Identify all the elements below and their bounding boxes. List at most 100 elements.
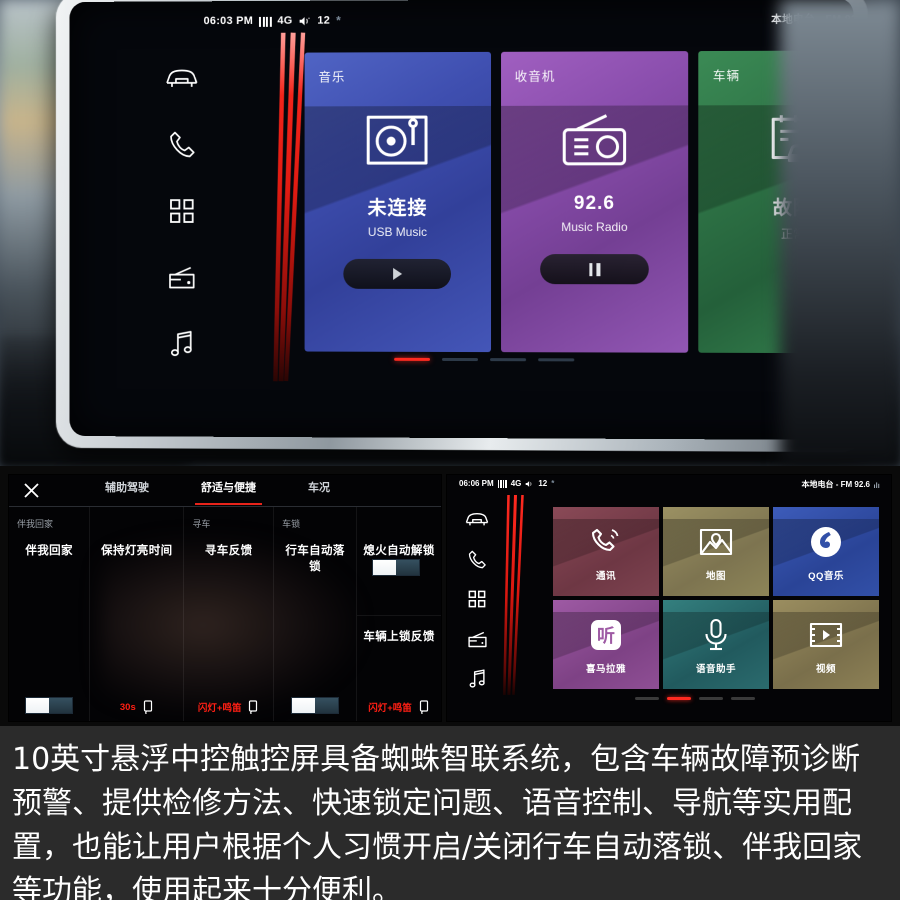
apps-status-network: 4G [510,479,522,488]
head-unit-photo: 06:03 PM 4G 12 * 本地电台 - FM 92.6 音乐 未连接 U… [0,0,900,466]
sidebar-item-phone[interactable] [155,122,208,168]
setting-auto-unlock-column[interactable]: 熄火自动解锁 车辆上锁反馈 闪灯+鸣笛 [357,507,441,721]
page-indicator[interactable] [394,357,575,362]
setting-light-duration[interactable]: 保持灯亮时间 30s [90,507,185,721]
phone-call-icon [590,522,622,562]
vehicle-settings-panel[interactable]: 辅助驾驶 舒适与便捷 车况 伴我回家 伴我回家 保持灯亮时间 30s 寻车 寻车… [8,474,442,722]
toggle-auto-unlock-ignition-off[interactable] [372,559,421,576]
phone-icon [468,550,486,568]
pause-button[interactable] [540,254,649,285]
page-dot-3[interactable] [490,358,527,362]
group-label-empty-2 [363,517,435,528]
app-label: 语音助手 [695,663,736,675]
app-tile-map[interactable]: 地图 [663,507,769,596]
video-film-icon [809,615,843,655]
setting-find-car-feedback[interactable]: 寻车 寻车反馈 闪灯+鸣笛 [184,507,275,721]
status-time: 06:03 PM [203,14,254,28]
card-music-title: 音乐 [318,70,346,85]
signal-bars-icon [497,479,507,488]
card-radio-sub: Music Radio [561,220,628,235]
setting-title: 伴我回家 [25,545,73,557]
setting-title: 行车自动落锁 [285,545,345,573]
setting-value: 30s [119,701,136,713]
tab-vehicle-condition[interactable]: 车况 [308,479,330,502]
status-right-group: 本地电台 - FM 92.6 [771,10,853,26]
app-label: 地图 [705,570,726,582]
caption-text: 10英寸悬浮中控触控屏具备蜘蛛智联系统，包含车辆故障预诊断预警、提供检修方法、快… [0,726,900,900]
card-radio-title: 收音机 [514,69,556,84]
settings-tabbar: 辅助驾驶 舒适与便捷 车况 [9,475,441,507]
app-tile-ximalaya[interactable]: 听 喜马拉雅 [553,600,659,689]
radio-receiver-icon [562,107,626,173]
card-music-main: 未连接 [367,198,428,219]
bluetooth-icon: * [336,13,342,28]
app-tile-contacts[interactable]: 通讯 [553,507,659,596]
car-mini-icon [143,700,152,714]
main-sidebar [127,35,238,393]
car-mini-icon [249,700,258,714]
sidebar-item-radio[interactable] [460,624,494,654]
group-label-find-car: 寻车 [192,519,211,529]
page-dot-2[interactable] [442,357,479,362]
sidebar-item-radio[interactable] [155,255,208,301]
page-dot-4[interactable] [731,697,755,700]
app-label: 视频 [815,663,836,675]
ximalaya-icon: 听 [590,615,622,655]
microphone-icon [703,615,729,655]
page-dot-3[interactable] [699,697,723,700]
app-tile-qq-music[interactable]: QQ音乐 [773,507,879,596]
app-tile-video[interactable]: 视频 [773,600,879,689]
play-button[interactable] [343,258,452,289]
sidebar-item-home[interactable] [460,504,494,534]
status-radio-station: 本地电台 - FM 92.6 [771,12,854,26]
close-button[interactable] [9,475,53,507]
card-vehicle-title: 车辆 [712,69,741,84]
screenshot-root: 06:03 PM 4G 12 * 本地电台 - FM 92.6 音乐 未连接 U… [0,0,900,900]
sidebar-item-home[interactable] [155,55,208,101]
app-tile-voice-assistant[interactable]: 语音助手 [663,600,769,689]
tab-comfort-convenience[interactable]: 舒适与便捷 [195,479,262,505]
pause-icon [588,262,600,276]
page-dot-1[interactable] [635,697,659,700]
setting-follow-me-home[interactable]: 伴我回家 伴我回家 [9,507,91,721]
signal-bars-icon [259,15,272,27]
setting-value: 闪灯+鸣笛 [368,703,412,714]
sidebar-item-music[interactable] [460,664,494,694]
page-dot-1[interactable] [394,357,431,361]
card-radio[interactable]: 收音机 92.6 Music Radio [500,51,689,353]
app-label: 喜马拉雅 [585,663,626,675]
sidebar-item-apps[interactable] [155,188,208,234]
sidebar-item-apps[interactable] [460,584,494,614]
apps-status-right: 本地电台 - FM 92.6 [802,479,881,490]
card-vehicle-sub: 正常 [781,227,806,242]
volume-icon [526,480,532,487]
sidebar-item-phone[interactable] [460,544,494,574]
sidebar-item-music[interactable] [155,321,208,367]
status-volume-level: 12 [317,14,331,27]
home-cards: 音乐 未连接 USB Music 收音机 92.6 Music Radio 车辆… [304,50,854,354]
setting-title: 寻车反馈 [204,545,253,557]
page-dot-4[interactable] [538,358,575,362]
status-left-group: 06:03 PM 4G 12 * [204,14,341,29]
grid-apps-icon [468,590,486,608]
tab-assisted-driving[interactable]: 辅助驾驶 [105,479,149,502]
page-dot-2[interactable] [667,697,691,700]
music-note-icon [170,330,194,358]
apps-screen-panel[interactable]: 06:06 PM 4G 12 * 本地电台 - FM 92.6 通讯 地图 QQ… [446,474,892,722]
red-accent-stripes [503,494,543,695]
qq-music-icon [809,522,843,562]
car-icon [165,67,199,89]
app-label: QQ音乐 [808,570,844,582]
apps-status-bar: 06:06 PM 4G 12 * 本地电台 - FM 92.6 [447,475,891,495]
toggle-follow-me-home[interactable] [25,697,74,714]
app-grid: 通讯 地图 QQ音乐 听 喜马拉雅 语音助手 视频 [553,507,879,689]
main-infotainment-screen[interactable]: 06:03 PM 4G 12 * 本地电台 - FM 92.6 音乐 未连接 U… [69,0,854,441]
setting-auto-lock-driving[interactable]: 车锁 行车自动落锁 [274,507,358,721]
card-music[interactable]: 音乐 未连接 USB Music [304,51,491,353]
card-vehicle[interactable]: 车辆 故障 正常 [698,50,854,354]
turntable-icon [367,107,429,173]
apps-page-indicator[interactable] [635,697,755,700]
setting-title: 保持灯亮时间 [101,545,173,557]
toggle-auto-lock-driving[interactable] [291,697,340,714]
vehicle-report-icon [765,106,822,173]
